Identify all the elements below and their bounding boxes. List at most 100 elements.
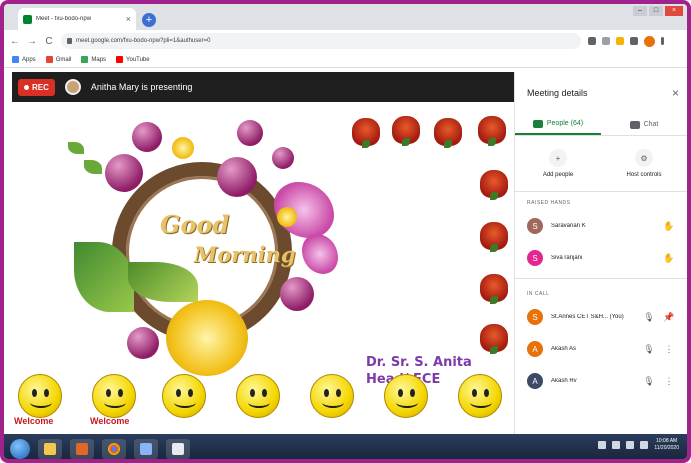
bookmark-gmail[interactable]: Gmail [45, 56, 71, 63]
battery-icon[interactable] [626, 441, 635, 449]
panel-header: Meeting details × [515, 72, 687, 114]
url-text: meet.google.com/fxu-bodo-npw?pli=1&authu… [76, 38, 211, 44]
forward-button[interactable]: → [27, 36, 37, 47]
raised-hand-icon[interactable]: ✋ [663, 221, 675, 232]
meeting-details-panel: Meeting details × People (64) Chat + Add… [514, 72, 687, 434]
puzzle-icon[interactable] [630, 37, 638, 45]
in-call-header: IN CALL [527, 291, 550, 297]
more-options-icon[interactable]: ⋮ [663, 376, 675, 387]
ornament-ball [237, 120, 263, 146]
window-controls: – □ × [633, 6, 683, 16]
taskbar-chrome[interactable] [102, 438, 126, 459]
taskbar-explorer[interactable] [38, 438, 62, 459]
window-close-button[interactable]: × [665, 6, 683, 16]
signature-name: Dr. Sr. S. Anita [366, 355, 472, 370]
ornament-ball [105, 154, 143, 192]
tab-people[interactable]: People (64) [515, 114, 601, 135]
list-item[interactable]: S St.Annes CET S&H... (You) 🎙 📌 [515, 301, 687, 333]
start-button[interactable] [10, 438, 30, 459]
divider [515, 278, 687, 279]
windows-taskbar: 10:08 AM 11/20/2020 [4, 434, 687, 459]
smiley-icon [92, 374, 136, 418]
leaf-shape [68, 142, 84, 154]
maps-icon [81, 56, 89, 63]
rose-icon [480, 222, 508, 252]
list-item[interactable]: A Akash As 🎙 ⋮ [515, 333, 687, 365]
ornament-ball [272, 147, 294, 169]
reload-button[interactable]: C [44, 36, 54, 47]
chrome-icon [108, 442, 120, 455]
address-bar-row: ← → C meet.google.com/fxu-bodo-npw?pli=1… [4, 30, 687, 52]
panel-tabs: People (64) Chat [515, 114, 687, 136]
bookmark-apps[interactable]: Apps [12, 56, 36, 63]
camera-indicator-icon[interactable] [588, 37, 596, 45]
participant-name: Saravanan K [551, 223, 586, 229]
menu-dots-icon[interactable] [661, 37, 664, 45]
presenter-avatar [64, 79, 81, 95]
url-field[interactable]: meet.google.com/fxu-bodo-npw?pli=1&authu… [61, 33, 581, 49]
bookmark-youtube[interactable]: YouTube [116, 56, 150, 63]
participant-name: Siva ranjani [551, 255, 583, 261]
raised-hand-icon[interactable]: ✋ [663, 253, 675, 264]
ornament-ball [132, 122, 162, 152]
profile-avatar[interactable] [644, 35, 655, 47]
minimize-button[interactable]: – [633, 6, 647, 16]
volume-icon[interactable] [640, 441, 649, 449]
list-item[interactable]: S Saravanan K ✋ [515, 210, 687, 242]
ornament-ball [217, 157, 257, 197]
smiley-icon [162, 374, 206, 418]
meet-favicon-icon [23, 14, 32, 24]
presentation-topbar: REC Anitha Mary is presenting [12, 72, 514, 102]
rose-icon [480, 274, 508, 304]
host-controls-button[interactable]: ⚙ Host controls [601, 136, 687, 191]
tab-close-icon[interactable]: × [126, 14, 131, 24]
add-person-icon: + [549, 149, 567, 167]
participant-name: Akash Rv [551, 378, 577, 384]
panel-close-icon[interactable]: × [672, 86, 679, 100]
greeting-good: Good [160, 210, 230, 239]
avatar: A [527, 341, 543, 357]
presenting-text: Anitha Mary is presenting [90, 82, 193, 92]
maximize-button[interactable]: □ [649, 6, 663, 16]
pin-icon[interactable]: 📌 [663, 312, 675, 323]
network-icon[interactable] [598, 441, 607, 449]
mic-off-icon[interactable]: 🎙 [643, 312, 655, 323]
tab-chat[interactable]: Chat [601, 114, 687, 135]
list-item[interactable]: A Akash Rv 🎙 ⋮ [515, 365, 687, 397]
new-tab-button[interactable]: + [142, 13, 156, 27]
taskbar-app[interactable] [134, 438, 158, 459]
browser-tab-strip: Meet - fxu-bodo-npw × + – □ × [4, 4, 687, 30]
browser-tab[interactable]: Meet - fxu-bodo-npw × [18, 8, 136, 30]
rose-icon [480, 324, 508, 354]
host-controls-label: Host controls [626, 172, 662, 178]
meeting-stage: REC Anitha Mary is presenting Good Morni… [12, 72, 514, 434]
back-button[interactable]: ← [10, 36, 20, 47]
extension-icons [588, 35, 664, 47]
extension-icon[interactable] [616, 37, 624, 45]
star-icon[interactable] [602, 37, 610, 45]
taskbar-media[interactable] [70, 438, 94, 459]
youtube-icon [116, 56, 124, 63]
yellow-flower-small [172, 137, 194, 159]
add-people-button[interactable]: + Add people [515, 136, 601, 191]
smiley-icon [236, 374, 280, 418]
tab-people-label: People (64) [546, 120, 584, 127]
mic-off-icon[interactable]: 🎙 [643, 344, 655, 355]
list-item[interactable]: S Siva ranjani ✋ [515, 242, 687, 274]
welcome-caption: Welcome [90, 416, 130, 426]
flag-icon[interactable] [612, 441, 621, 449]
media-player-icon [76, 442, 88, 455]
rose-icon [480, 170, 508, 200]
mic-off-icon[interactable]: 🎙 [643, 376, 655, 387]
recording-badge: REC [18, 78, 55, 96]
ornament-ball [280, 277, 314, 311]
taskbar-document[interactable] [166, 438, 190, 459]
more-options-icon[interactable]: ⋮ [663, 344, 675, 355]
yellow-flower-small [277, 207, 297, 227]
system-clock[interactable]: 10:08 AM 11/20/2020 [654, 438, 679, 452]
avatar: S [527, 309, 543, 325]
bookmarks-bar: Apps Gmail Maps YouTube [4, 52, 687, 68]
bookmark-maps[interactable]: Maps [81, 56, 106, 63]
record-dot-icon [24, 84, 29, 90]
rose-icon [434, 118, 462, 148]
